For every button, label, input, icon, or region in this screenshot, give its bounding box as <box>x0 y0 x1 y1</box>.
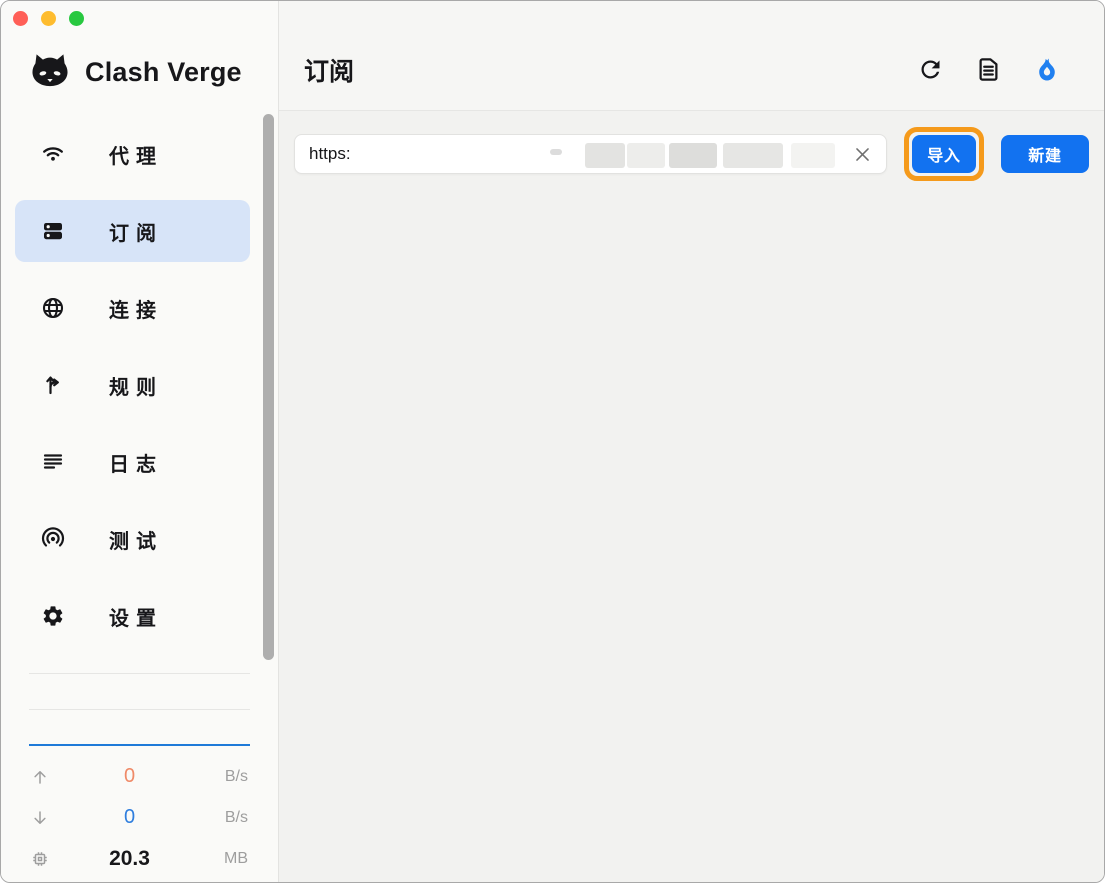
tethering-icon <box>41 527 65 551</box>
app-window: Clash Verge 代理 <box>0 0 1105 883</box>
wifi-icon <box>41 142 65 166</box>
sidebar-divider <box>29 673 250 674</box>
page-title: 订阅 <box>304 52 917 88</box>
sidebar-item-connections[interactable]: 连接 <box>15 277 250 339</box>
logs-icon <box>41 450 65 474</box>
close-window-button[interactable] <box>13 11 28 26</box>
fork-icon <box>41 373 65 397</box>
memory-usage-row: 20.3 MB <box>1 838 278 879</box>
profile-url-input[interactable]: https: <box>294 134 887 174</box>
download-speed-row: 0 B/s <box>1 797 278 838</box>
arrow-down-icon <box>31 809 51 827</box>
arrow-up-icon <box>31 768 51 786</box>
sidebar-item-label: 测试 <box>109 525 163 554</box>
app-logo: Clash Verge <box>27 47 278 97</box>
profile-import-row: https: 导入 <box>294 127 1089 181</box>
stats-accent-divider <box>29 744 250 746</box>
sidebar-item-label: 代理 <box>109 140 163 169</box>
main-panel: 订阅 <box>279 1 1104 882</box>
titlebar-controls <box>13 11 84 26</box>
redacted-url-blur <box>295 135 886 173</box>
flame-icon[interactable] <box>1033 56 1060 83</box>
import-button[interactable]: 导入 <box>912 135 976 173</box>
memory-usage-unit: MB <box>208 850 248 868</box>
sidebar: Clash Verge 代理 <box>1 1 279 882</box>
new-profile-button[interactable]: 新建 <box>1001 135 1089 173</box>
sidebar-item-label: 规则 <box>109 371 163 400</box>
zoom-window-button[interactable] <box>69 11 84 26</box>
upload-speed-unit: B/s <box>208 768 248 786</box>
download-speed-value: 0 <box>51 806 208 829</box>
sidebar-item-proxies[interactable]: 代理 <box>15 123 250 185</box>
sidebar-item-logs[interactable]: 日志 <box>15 431 250 493</box>
minimize-window-button[interactable] <box>41 11 56 26</box>
sidebar-item-profiles[interactable]: 订阅 <box>15 200 250 262</box>
refresh-icon[interactable] <box>917 56 944 83</box>
cat-logo-icon <box>27 49 73 95</box>
close-icon <box>853 145 872 164</box>
sidebar-item-label: 设置 <box>109 602 163 631</box>
sidebar-divider <box>29 709 250 710</box>
gear-icon <box>41 604 65 628</box>
download-speed-unit: B/s <box>208 809 248 827</box>
profiles-empty-area <box>279 181 1104 882</box>
main-header: 订阅 <box>279 1 1104 111</box>
sidebar-nav: 代理 订阅 <box>1 123 278 647</box>
sidebar-scrollbar[interactable] <box>263 114 274 660</box>
sidebar-item-label: 连接 <box>109 294 163 323</box>
chip-icon <box>31 850 51 868</box>
memory-usage-value: 20.3 <box>51 847 208 871</box>
globe-icon <box>41 296 65 320</box>
sidebar-item-test[interactable]: 测试 <box>15 508 250 570</box>
import-button-highlight-ring: 导入 <box>904 127 984 181</box>
upload-speed-value: 0 <box>51 765 208 788</box>
sidebar-item-rules[interactable]: 规则 <box>15 354 250 416</box>
dns-icon <box>41 219 65 243</box>
profile-url-value: https: <box>309 144 351 164</box>
clear-input-button[interactable] <box>848 135 876 173</box>
sidebar-item-label: 订阅 <box>109 217 163 246</box>
header-toolbar <box>917 56 1060 83</box>
document-icon[interactable] <box>975 56 1002 83</box>
upload-speed-row: 0 B/s <box>1 756 278 797</box>
sidebar-item-label: 日志 <box>109 448 163 477</box>
sidebar-item-settings[interactable]: 设置 <box>15 585 250 647</box>
app-title: Clash Verge <box>85 57 242 88</box>
